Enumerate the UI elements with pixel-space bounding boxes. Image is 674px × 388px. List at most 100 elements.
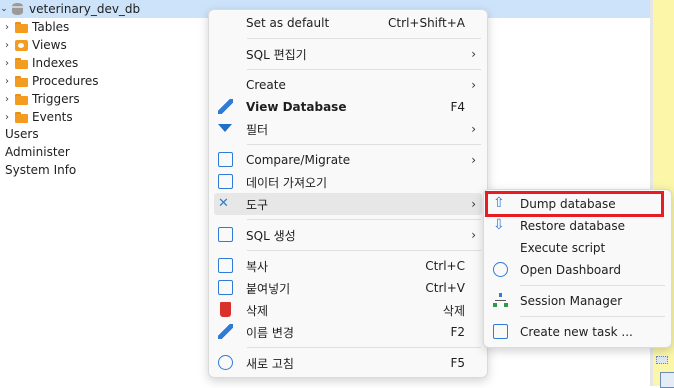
database-name: veterinary_dev_db: [29, 2, 141, 16]
menu-item-label: 도구: [246, 197, 269, 212]
chevron-right-icon: ›: [471, 153, 476, 167]
tree-node-tables[interactable]: › Tables: [0, 18, 69, 36]
paste-icon: [218, 280, 233, 295]
menu-item-label: 새로 고침: [246, 356, 294, 371]
sql-icon: [218, 227, 233, 242]
highlight-annotation-box: [485, 191, 664, 217]
tree-node-triggers[interactable]: › Triggers: [0, 90, 80, 108]
delete-icon: [220, 302, 231, 317]
menu-separator: [247, 347, 481, 348]
menu-item-label: 붙여넣기: [246, 281, 291, 296]
submenu-item-open-dashboard[interactable]: Open Dashboard: [488, 259, 667, 281]
tree-node-label: Tables: [32, 20, 70, 34]
compare-icon: [218, 152, 233, 167]
menu-item-label: View Database: [246, 100, 347, 114]
submenu-item-restore-database[interactable]: ⇩ Restore database: [488, 215, 667, 237]
menu-separator: [247, 69, 481, 70]
menu-item-label: 이름 변경: [246, 325, 294, 340]
menu-item-label: 데이터 가져오기: [246, 175, 328, 190]
menu-item-compare-migrate[interactable]: Compare/Migrate ›: [214, 149, 482, 171]
submenu-item-label: Execute script: [520, 241, 606, 255]
chevron-right-icon[interactable]: ›: [3, 58, 11, 69]
menu-item-paste[interactable]: 붙여넣기 Ctrl+V: [214, 277, 482, 299]
menu-item-label: Create: [246, 78, 286, 92]
chevron-right-icon[interactable]: ›: [3, 76, 11, 87]
tree-node-administer[interactable]: Administer: [5, 143, 70, 161]
folder-icon: [15, 75, 28, 87]
tree-node-users[interactable]: Users: [5, 125, 39, 143]
tree-node-system-info[interactable]: System Info: [5, 161, 76, 179]
menu-item-shortcut: Ctrl+C: [425, 259, 465, 273]
pencil-icon: [218, 99, 233, 114]
folder-icon: [15, 93, 28, 105]
menu-item-sql-editor[interactable]: SQL 편집기 ›: [214, 43, 482, 65]
menu-item-shortcut: Ctrl+V: [425, 281, 465, 295]
menu-item-refresh[interactable]: 새로 고침 F5: [214, 352, 482, 374]
chevron-right-icon: ›: [471, 78, 476, 92]
menu-item-tools[interactable]: ✕ 도구 ›: [214, 193, 482, 215]
submenu-item-execute-script[interactable]: Execute script: [488, 237, 667, 259]
chevron-right-icon[interactable]: ›: [3, 94, 11, 105]
chevron-right-icon: ›: [471, 228, 476, 242]
import-data-icon: [218, 174, 233, 189]
menu-item-set-as-default[interactable]: Set as default Ctrl+Shift+A: [214, 12, 482, 34]
menu-item-label: 필터: [246, 122, 269, 137]
session-tree-icon: [493, 293, 508, 308]
tree-node-events[interactable]: › Events: [0, 108, 73, 126]
submenu-item-create-task[interactable]: Create new task ...: [488, 321, 667, 343]
view-folder-icon: [15, 39, 28, 51]
tree-node-views[interactable]: › Views: [0, 36, 67, 54]
folder-icon: [15, 21, 28, 33]
menu-item-shortcut: F5: [450, 356, 465, 370]
menu-item-shortcut: Ctrl+Shift+A: [388, 16, 465, 30]
folder-icon: [15, 57, 28, 69]
menu-item-label: Set as default: [246, 16, 330, 30]
submenu-item-label: Restore database: [520, 219, 625, 233]
menu-separator: [247, 144, 481, 145]
menu-item-sql-generate[interactable]: SQL 생성 ›: [214, 224, 482, 246]
menu-item-rename[interactable]: 이름 변경 F2: [214, 321, 482, 343]
chevron-down-icon[interactable]: ⌄: [0, 4, 8, 14]
menu-item-copy[interactable]: 복사 Ctrl+C: [214, 255, 482, 277]
chevron-right-icon[interactable]: ›: [3, 40, 11, 51]
menu-item-label: Compare/Migrate: [246, 153, 351, 167]
chevron-right-icon: ›: [471, 122, 476, 136]
database-icon: [11, 3, 25, 15]
tree-node-label: Events: [32, 110, 73, 124]
task-icon: [493, 324, 508, 339]
menu-item-view-database[interactable]: View Database F4: [214, 96, 482, 118]
panel-marker-icon: [656, 356, 668, 364]
menu-item-delete[interactable]: 삭제 삭제: [214, 299, 482, 321]
tree-node-label: Triggers: [32, 92, 80, 106]
menu-separator: [247, 250, 481, 251]
download-icon: ⇩: [493, 217, 505, 233]
menu-separator: [247, 38, 481, 39]
menu-item-shortcut: F2: [450, 325, 465, 339]
folder-icon: [15, 111, 28, 123]
menu-item-filter[interactable]: 필터 ›: [214, 118, 482, 140]
menu-item-shortcut: F4: [450, 100, 465, 114]
menu-item-import-data[interactable]: 데이터 가져오기: [214, 171, 482, 193]
submenu-item-session-manager[interactable]: Session Manager: [488, 290, 667, 312]
tree-node-label: Procedures: [32, 74, 99, 88]
submenu-separator: [520, 316, 665, 317]
menu-item-create[interactable]: Create ›: [214, 74, 482, 96]
submenu-item-label: Create new task ...: [520, 325, 633, 339]
copy-icon: [218, 258, 233, 273]
chevron-right-icon: ›: [471, 197, 476, 211]
menu-item-label: 삭제: [246, 303, 269, 318]
dashboard-icon: [493, 262, 508, 277]
menu-item-label: SQL 생성: [246, 228, 296, 243]
tree-node-label: Views: [32, 38, 67, 52]
chevron-right-icon[interactable]: ›: [3, 112, 11, 123]
tree-node-label: Indexes: [32, 56, 79, 70]
tree-node-procedures[interactable]: › Procedures: [0, 72, 99, 90]
chevron-right-icon[interactable]: ›: [3, 22, 11, 33]
submenu-separator: [520, 285, 665, 286]
submenu-item-label: Session Manager: [520, 294, 623, 308]
rename-icon: [218, 324, 233, 339]
chevron-right-icon: ›: [471, 47, 476, 61]
submenu-item-label: Open Dashboard: [520, 263, 621, 277]
tree-node-indexes[interactable]: › Indexes: [0, 54, 78, 72]
filter-icon: [218, 124, 232, 132]
